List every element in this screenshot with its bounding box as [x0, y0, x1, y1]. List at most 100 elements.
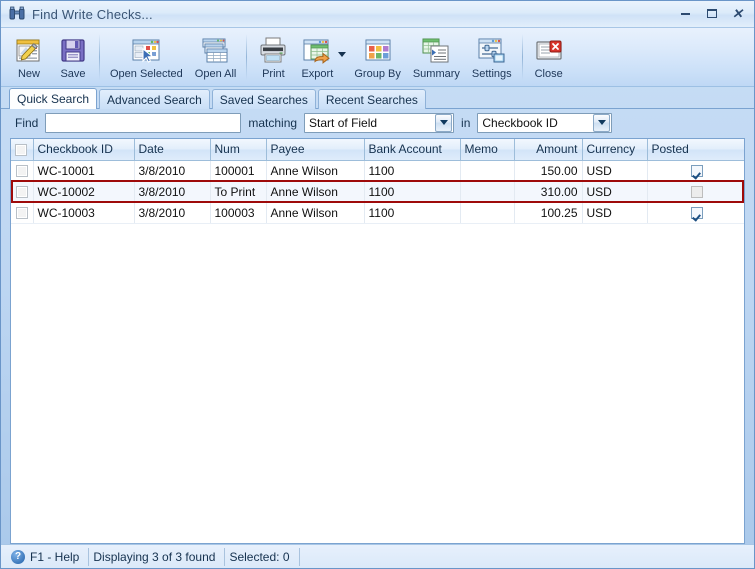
toolbar: New Save Open Selected Open All Print Ex…	[1, 28, 754, 87]
minimize-button[interactable]	[673, 3, 698, 24]
find-label: Find	[15, 115, 39, 130]
export-button[interactable]: Export	[295, 32, 339, 84]
cell-posted	[647, 202, 744, 224]
open-all-icon	[200, 35, 232, 66]
open-all-button[interactable]: Open All	[189, 32, 243, 84]
cell-currency: USD	[582, 181, 648, 203]
search-input[interactable]	[45, 112, 242, 133]
column-header-date[interactable]: Date	[134, 139, 211, 161]
cell-bank-account: 1100	[364, 160, 461, 182]
results-grid[interactable]: Checkbook ID Date Num Payee Bank Account…	[10, 138, 745, 544]
new-button[interactable]: New	[7, 32, 51, 84]
cell-date: 3/8/2010	[134, 181, 211, 203]
export-dropdown-button[interactable]	[336, 32, 348, 84]
tab-saved-searches[interactable]: Saved Searches	[211, 89, 316, 109]
settings-button[interactable]: Settings	[466, 32, 518, 84]
close-toolbar-button-label: Close	[534, 68, 563, 80]
open-selected-button-label: Open Selected	[110, 68, 183, 80]
posted-checkbox	[690, 165, 703, 178]
search-field-value: Checkbook ID	[482, 115, 558, 130]
tab-recent-searches-label: Recent Searches	[325, 92, 418, 107]
search-tabs: Quick Search Advanced Search Saved Searc…	[1, 87, 754, 109]
save-button-label: Save	[60, 68, 86, 80]
print-button-label: Print	[262, 68, 285, 80]
chevron-down-icon[interactable]	[593, 113, 611, 132]
tab-quick-search[interactable]: Quick Search	[9, 88, 98, 109]
cell-memo	[460, 160, 515, 182]
table-header-row: Checkbook ID Date Num Payee Bank Account…	[11, 139, 744, 161]
column-header-posted[interactable]: Posted	[647, 139, 744, 161]
table-row[interactable]: WC-10003 3/8/2010 100003 Anne Wilson 110…	[11, 202, 744, 224]
table-row[interactable]: WC-10002 3/8/2010 To Print Anne Wilson 1…	[11, 181, 744, 203]
row-select-cell[interactable]	[11, 181, 34, 203]
question-mark-icon: ?	[11, 549, 25, 564]
cell-num: 100003	[210, 202, 267, 224]
posted-checkbox	[690, 186, 703, 199]
column-header-bank-account[interactable]: Bank Account	[364, 139, 461, 161]
column-header-payee[interactable]: Payee	[266, 139, 365, 161]
table-row[interactable]: WC-10001 3/8/2010 100001 Anne Wilson 110…	[11, 160, 744, 182]
cell-currency: USD	[582, 202, 648, 224]
cell-num: To Print	[210, 181, 267, 203]
quick-search-panel: Find matching Start of Field in Checkboo…	[1, 109, 754, 136]
row-select-cell[interactable]	[11, 160, 34, 182]
results-table: Checkbook ID Date Num Payee Bank Account…	[11, 139, 744, 224]
matching-label: matching	[248, 115, 298, 130]
column-header-currency[interactable]: Currency	[582, 139, 648, 161]
cell-amount: 310.00	[514, 181, 583, 203]
chevron-down-icon[interactable]	[435, 113, 453, 132]
save-button[interactable]: Save	[51, 32, 95, 84]
cell-memo	[460, 202, 515, 224]
row-select-cell[interactable]	[11, 202, 34, 224]
new-document-icon	[13, 35, 45, 66]
search-field-select[interactable]: Checkbook ID	[477, 112, 613, 133]
title-bar[interactable]: Find Write Checks... ✕	[1, 1, 754, 28]
selected-status: Selected: 0	[225, 547, 300, 566]
open-selected-icon	[130, 35, 162, 66]
cell-currency: USD	[582, 160, 648, 182]
open-selected-button[interactable]: Open Selected	[104, 32, 189, 84]
print-button[interactable]: Print	[251, 32, 295, 84]
find-write-checks-window: Find Write Checks... ✕ New Save Open Sel…	[0, 0, 755, 569]
settings-button-label: Settings	[471, 68, 512, 80]
cell-bank-account: 1100	[364, 181, 461, 203]
select-all-checkbox[interactable]	[15, 144, 27, 157]
row-select-checkbox[interactable]	[15, 165, 28, 178]
cell-memo	[460, 181, 515, 203]
binoculars-icon	[8, 5, 26, 23]
cell-posted	[647, 160, 744, 182]
printer-icon	[257, 35, 289, 66]
tab-recent-searches[interactable]: Recent Searches	[317, 89, 426, 109]
cell-date: 3/8/2010	[134, 160, 211, 182]
column-header-memo[interactable]: Memo	[460, 139, 515, 161]
new-button-label: New	[17, 68, 40, 80]
open-all-button-label: Open All	[194, 68, 237, 80]
tab-advanced-search-label: Advanced Search	[107, 92, 202, 107]
matching-mode-select[interactable]: Start of Field	[304, 112, 455, 133]
select-all-header[interactable]	[11, 139, 34, 161]
column-header-checkbook-id[interactable]: Checkbook ID	[33, 139, 135, 161]
column-header-num[interactable]: Num	[210, 139, 267, 161]
cell-payee: Anne Wilson	[266, 181, 365, 203]
floppy-disk-icon	[57, 35, 89, 66]
selected-status-label: Selected: 0	[229, 549, 290, 564]
tab-saved-searches-label: Saved Searches	[219, 92, 308, 107]
column-header-amount[interactable]: Amount	[514, 139, 583, 161]
summary-button[interactable]: Summary	[407, 32, 466, 84]
displaying-status-label: Displaying 3 of 3 found	[93, 549, 216, 564]
cell-checkbook-id[interactable]: WC-10001	[33, 160, 135, 182]
maximize-button[interactable]	[699, 3, 724, 24]
cell-checkbook-id[interactable]: WC-10002	[33, 181, 135, 203]
cell-checkbook-id[interactable]: WC-10003	[33, 202, 135, 224]
close-window-icon	[533, 35, 565, 66]
displaying-status: Displaying 3 of 3 found	[89, 547, 226, 566]
row-select-checkbox[interactable]	[15, 186, 28, 199]
row-select-checkbox[interactable]	[15, 207, 28, 220]
tab-advanced-search[interactable]: Advanced Search	[99, 89, 210, 109]
group-by-button[interactable]: Group By	[348, 32, 406, 84]
close-toolbar-button[interactable]: Close	[527, 32, 571, 84]
help-status-label: F1 - Help	[30, 549, 80, 564]
summary-button-label: Summary	[412, 68, 460, 80]
close-button[interactable]: ✕	[725, 3, 750, 24]
help-status[interactable]: ? F1 - Help	[7, 547, 90, 566]
